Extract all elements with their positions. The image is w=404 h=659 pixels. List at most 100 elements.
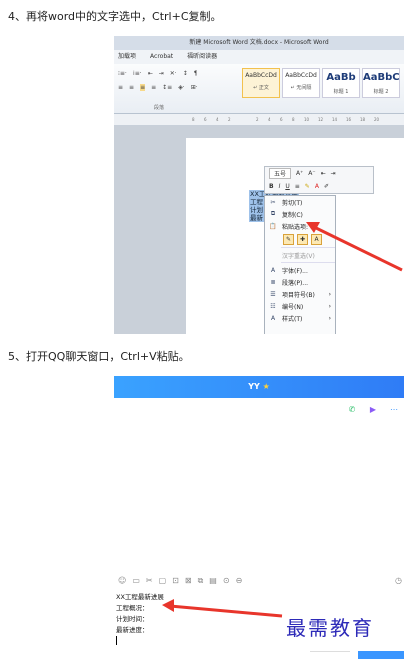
document-icon[interactable]: ▤ (209, 576, 217, 586)
copy-icon[interactable]: ⧉ (198, 576, 204, 586)
align-center-icon[interactable]: ≡ (129, 84, 134, 91)
paste-icon: 📋 (269, 222, 277, 230)
ruler-tick: 8 (192, 117, 195, 122)
list-icon[interactable]: ⁝≡· (118, 70, 127, 77)
font-color-icon[interactable]: A (315, 183, 319, 190)
menu-label: 汉字重选(V) (282, 252, 315, 260)
screenshot-icon[interactable]: ⊡ (172, 576, 179, 586)
menu-item-paste-options: 📋 粘贴选项: (265, 220, 335, 232)
word-screenshot: 新建 Microsoft Word 文档.docx - Microsoft Wo… (114, 36, 404, 334)
tab-addins[interactable]: 加载项 (118, 50, 136, 64)
chat-actions: ✆ ▶ ⋯ (346, 404, 400, 416)
menu-separator (281, 247, 335, 248)
message-input[interactable]: XX工程最新进展 工程概况： 计划时间： 最新进度： (116, 592, 164, 636)
pasted-line-2: 工程概况： (116, 604, 149, 612)
indent-icon[interactable]: ⇥ (159, 70, 164, 77)
video-call-icon[interactable]: ▶ (367, 404, 379, 416)
ruler-tick: 20 (374, 117, 380, 122)
align-left-icon[interactable]: ≡ (118, 84, 123, 91)
style-heading-1[interactable]: AaBb 标题 1 (322, 68, 360, 98)
ruler-tick: 4 (216, 117, 219, 122)
indent-more-icon[interactable]: ⇥ (331, 170, 336, 177)
menu-item-numbering[interactable]: ☷ 编号(N) › (265, 300, 335, 312)
history-icon[interactable]: ◷ (395, 576, 402, 585)
menu-label: 粘贴选项: (282, 223, 309, 231)
word-ribbon: ⁝≡· ⁞≡· ⇤ ⇥ ✕· ↕ ¶ ≡ ≡ ≡ ≡ ↕≡ ◈· ⊞· 段落 A… (114, 64, 404, 114)
phone-icon[interactable]: ✆ (346, 404, 358, 416)
qq-chat-window: YY ★ ✆ ▶ ⋯ ☺ ▭ ✂ ▢ ⊡ ⊠ ⧉ ▤ ⊙ ⊖ ◷ XX工程最新进… (114, 376, 404, 659)
text-cursor (116, 636, 117, 645)
line-spacing-icon[interactable]: ↕≡ (162, 84, 172, 91)
menu-separator (281, 262, 335, 263)
more-tools-icon[interactable]: ⊖ (236, 576, 243, 586)
selected-line-3[interactable]: 计划 (249, 206, 264, 214)
align-justify-icon[interactable]: ≡ (140, 84, 146, 91)
center-icon[interactable]: ≡ (295, 183, 300, 190)
outdent-icon[interactable]: ⇤ (148, 70, 153, 77)
shading-icon[interactable]: ◈· (178, 84, 185, 91)
send-button[interactable] (358, 651, 404, 659)
menu-label: 样式(T) (282, 315, 303, 323)
bold-icon[interactable]: B (269, 183, 274, 190)
distribute-icon[interactable]: ≡ (151, 84, 156, 91)
ribbon-paragraph-row1: ⁝≡· ⁞≡· ⇤ ⇥ ✕· ↕ ¶ (118, 70, 198, 77)
tab-acrobat[interactable]: Acrobat (150, 50, 173, 64)
ruler-tick: 6 (280, 117, 283, 122)
chinese-layout-icon[interactable]: ✕· (170, 70, 177, 77)
step-4-instruction: 4、再将word中的文字选中，Ctrl+C复制。 (8, 10, 222, 23)
font-size-dropdown[interactable]: 五号 (269, 168, 292, 179)
indent-icon[interactable]: ⇤ (321, 170, 326, 177)
input-bottom-border (310, 651, 350, 659)
menu-item-hanzi-reselect[interactable]: 汉字重选(V) (265, 249, 335, 261)
horizontal-ruler[interactable]: 8 6 4 2 2 4 6 8 10 12 14 16 18 20 (114, 114, 404, 126)
download-icon[interactable]: ⊙ (223, 576, 230, 586)
sort-icon[interactable]: ↕ (183, 70, 188, 77)
italic-icon[interactable]: I (279, 183, 281, 190)
shrink-font-icon[interactable]: A⁻ (308, 170, 315, 177)
submenu-arrow-icon: › (328, 314, 331, 322)
border-icon[interactable]: ⊞· (191, 84, 198, 91)
grow-font-icon[interactable]: A⁺ (296, 170, 303, 177)
chat-header: YY ★ (114, 376, 404, 398)
emoji-icon[interactable]: ☺ (118, 576, 126, 586)
ruler-tick: 4 (268, 117, 271, 122)
mini-toolbar-row2: B I U ≡ ✎ A ✐ (265, 180, 373, 193)
menu-label: 段落(P)... (282, 279, 309, 287)
pasted-line-1: XX工程最新进展 (116, 593, 164, 601)
style-no-spacing[interactable]: AaBbCcDd ↵ 无间隔 (282, 68, 320, 98)
menu-label: 字体(F)... (282, 267, 308, 275)
image-icon[interactable]: ⊠ (185, 576, 192, 586)
styles-icon: A (270, 314, 276, 322)
menu-item-styles[interactable]: A 样式(T) › (265, 312, 335, 324)
paste-text-only-icon[interactable]: A (311, 233, 322, 245)
menu-item-font[interactable]: A 字体(F)... (265, 264, 335, 276)
selected-line-4[interactable]: 最新 (249, 214, 264, 222)
show-marks-icon[interactable]: ¶ (194, 70, 198, 77)
paste-keep-format-icon[interactable]: ✎ (283, 233, 294, 245)
style-heading-2[interactable]: AaBbC 标题 2 (362, 68, 400, 98)
numbering-icon: ☷ (270, 302, 276, 310)
gif-icon[interactable]: ▭ (132, 576, 140, 586)
menu-item-bullets[interactable]: ☰ 项目符号(B) › (265, 288, 335, 300)
document-area: XX工程最新进展 工程 计划 最新 (114, 126, 404, 334)
style-preview: AaBb (326, 72, 356, 83)
menu-item-paragraph[interactable]: ≣ 段落(P)... (265, 276, 335, 288)
menu-item-copy[interactable]: ⧉ 复制(C) (265, 208, 335, 220)
scissors-icon[interactable]: ✂ (146, 576, 153, 586)
ruler-tick: 18 (360, 117, 366, 122)
highlight-icon[interactable]: ✎ (305, 183, 310, 190)
more-icon[interactable]: ⋯ (388, 404, 400, 416)
numbered-list-icon[interactable]: ⁞≡· (133, 70, 142, 77)
selected-line-2[interactable]: 工程 (249, 198, 264, 206)
folder-icon[interactable]: ▢ (159, 576, 167, 586)
mini-toolbar: 五号 A⁺ A⁻ ⇤ ⇥ B I U ≡ ✎ A ✐ (264, 166, 374, 194)
format-painter-icon[interactable]: ✐ (324, 183, 329, 190)
style-normal[interactable]: AaBbCcDd ↵ 正文 (242, 68, 280, 98)
menu-label: 项目符号(B) (282, 291, 315, 299)
paste-merge-format-icon[interactable]: ✚ (297, 233, 308, 245)
menu-item-cut[interactable]: ✂ 剪切(T) (265, 196, 335, 208)
submenu-arrow-icon: › (328, 290, 331, 298)
underline-icon[interactable]: U (285, 183, 289, 190)
watermark: 最需教育 (286, 616, 374, 640)
tab-foxit[interactable]: 福昕阅读器 (187, 50, 217, 64)
